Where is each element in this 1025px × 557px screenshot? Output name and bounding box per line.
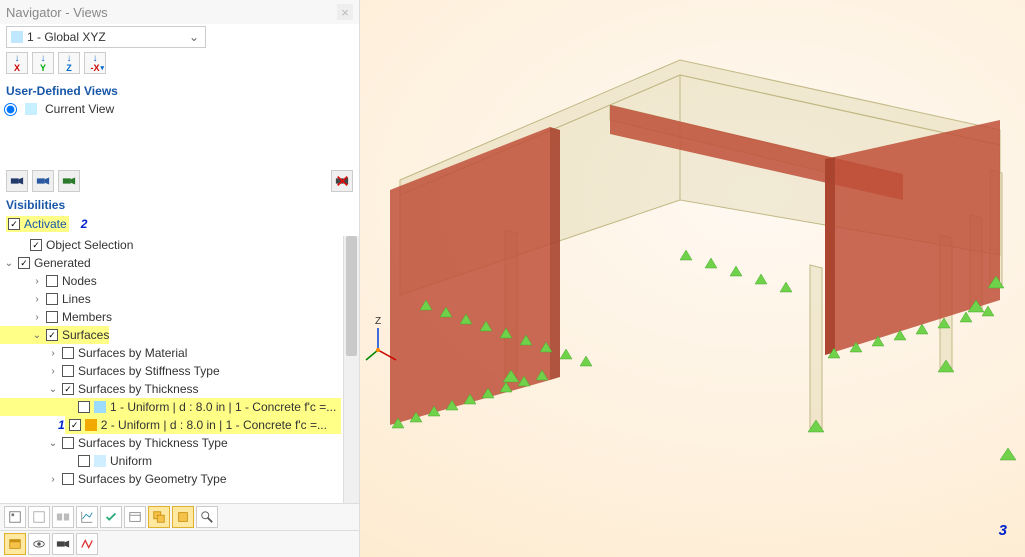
- tree-surfaces[interactable]: ⌄ Surfaces: [0, 326, 109, 344]
- activate-label: Activate: [24, 217, 67, 231]
- model-viewport[interactable]: Z 3: [360, 0, 1025, 557]
- tab-btn-3[interactable]: [52, 533, 74, 555]
- current-view-radio[interactable]: Current View: [0, 100, 359, 120]
- tool-btn-4[interactable]: [76, 506, 98, 528]
- tree-surfaces-stiffness[interactable]: › Surfaces by Stiffness Type: [0, 362, 341, 380]
- current-view-radio-input[interactable]: [4, 103, 17, 116]
- checkbox[interactable]: [62, 347, 74, 359]
- section-user-views: User-Defined Views: [0, 80, 359, 100]
- annotation-3: 3: [999, 522, 1007, 539]
- activate-checkbox[interactable]: [8, 218, 20, 230]
- camera-delete-button[interactable]: [331, 170, 353, 192]
- panel-header: Navigator - Views ×: [0, 0, 359, 24]
- visibility-toolbar: [0, 503, 359, 530]
- tool-btn-2[interactable]: [28, 506, 50, 528]
- camera-row: [0, 168, 359, 194]
- axis-y-button[interactable]: ↓Y: [32, 52, 54, 74]
- tree-members[interactable]: › Members: [0, 308, 341, 326]
- axis-negx-button[interactable]: ↓-X▾: [84, 52, 106, 74]
- tree-generated[interactable]: ⌄ Generated: [0, 254, 341, 272]
- swatch-icon: [94, 455, 106, 467]
- checkbox[interactable]: [46, 293, 58, 305]
- camera-button-3[interactable]: [58, 170, 80, 192]
- tree-thickness-1[interactable]: 1 - Uniform | d : 8.0 in | 1 - Concrete …: [0, 398, 341, 416]
- combo-swatch-icon: [11, 31, 23, 43]
- panel-title: Navigator - Views: [6, 5, 108, 20]
- tool-btn-6[interactable]: [124, 506, 146, 528]
- checkbox[interactable]: [62, 365, 74, 377]
- navigator-panel: Navigator - Views × 1 - Global XYZ ⌄ ↓X …: [0, 0, 360, 557]
- tree-surfaces-geom[interactable]: › Surfaces by Geometry Type: [0, 470, 341, 488]
- annotation-2: 2: [81, 217, 88, 231]
- axis-z-button[interactable]: ↓Z: [58, 52, 80, 74]
- tab-btn-4[interactable]: [76, 533, 98, 555]
- tree-surfaces-thickness[interactable]: ⌄ Surfaces by Thickness: [0, 380, 341, 398]
- swatch-icon: [94, 401, 106, 413]
- checkbox[interactable]: [46, 329, 58, 341]
- svg-text:Z: Z: [375, 316, 381, 327]
- tab-btn-1[interactable]: [4, 533, 26, 555]
- checkbox[interactable]: [62, 383, 74, 395]
- checkbox[interactable]: [78, 455, 90, 467]
- tool-btn-1[interactable]: [4, 506, 26, 528]
- close-icon[interactable]: ×: [337, 4, 353, 20]
- tree-lines[interactable]: › Lines: [0, 290, 341, 308]
- tree-nodes[interactable]: › Nodes: [0, 272, 341, 290]
- tree-surfaces-thickness-type[interactable]: ⌄ Surfaces by Thickness Type: [0, 434, 341, 452]
- tool-btn-3[interactable]: [52, 506, 74, 528]
- tree-surfaces-material[interactable]: › Surfaces by Material: [0, 344, 341, 362]
- checkbox[interactable]: [78, 401, 90, 413]
- view-swatch-icon: [25, 103, 37, 115]
- chevron-down-icon: ⌄: [183, 30, 205, 44]
- tool-btn-8[interactable]: [172, 506, 194, 528]
- swatch-icon: [85, 419, 97, 431]
- model-render: Z: [360, 0, 1025, 557]
- camera-button-2[interactable]: [32, 170, 54, 192]
- tool-btn-7[interactable]: [148, 506, 170, 528]
- bottom-tabbar: [0, 530, 359, 557]
- axis-buttons: ↓X ↓Y ↓Z ↓-X▾: [0, 50, 359, 80]
- tree-thickness-2[interactable]: 2 - Uniform | d : 8.0 in | 1 - Concrete …: [65, 416, 341, 434]
- wall-surface: [825, 120, 1000, 355]
- checkbox[interactable]: [18, 257, 30, 269]
- tree-object-selection[interactable]: ▸ Object Selection: [0, 236, 341, 254]
- checkbox[interactable]: [30, 239, 42, 251]
- coord-system-combo[interactable]: 1 - Global XYZ ⌄: [6, 26, 206, 48]
- checkbox[interactable]: [62, 473, 74, 485]
- axis-x-button[interactable]: ↓X: [6, 52, 28, 74]
- tab-btn-2[interactable]: [28, 533, 50, 555]
- checkbox[interactable]: [69, 419, 81, 431]
- combo-value: 1 - Global XYZ: [27, 30, 183, 44]
- checkbox[interactable]: [46, 311, 58, 323]
- tree-scrollbar[interactable]: [343, 236, 359, 503]
- section-visibilities: Visibilities: [0, 194, 359, 214]
- tree-thickness-uniform[interactable]: Uniform: [0, 452, 341, 470]
- visibility-tree[interactable]: ▸ Object Selection ⌄ Generated › Nodes ›…: [0, 236, 343, 503]
- camera-button-1[interactable]: [6, 170, 28, 192]
- current-view-label: Current View: [45, 102, 114, 116]
- checkbox[interactable]: [62, 437, 74, 449]
- annotation-1: 1: [58, 418, 65, 432]
- activate-toggle[interactable]: Activate: [6, 216, 69, 232]
- checkbox[interactable]: [46, 275, 58, 287]
- tool-btn-5[interactable]: [100, 506, 122, 528]
- tool-btn-9[interactable]: [196, 506, 218, 528]
